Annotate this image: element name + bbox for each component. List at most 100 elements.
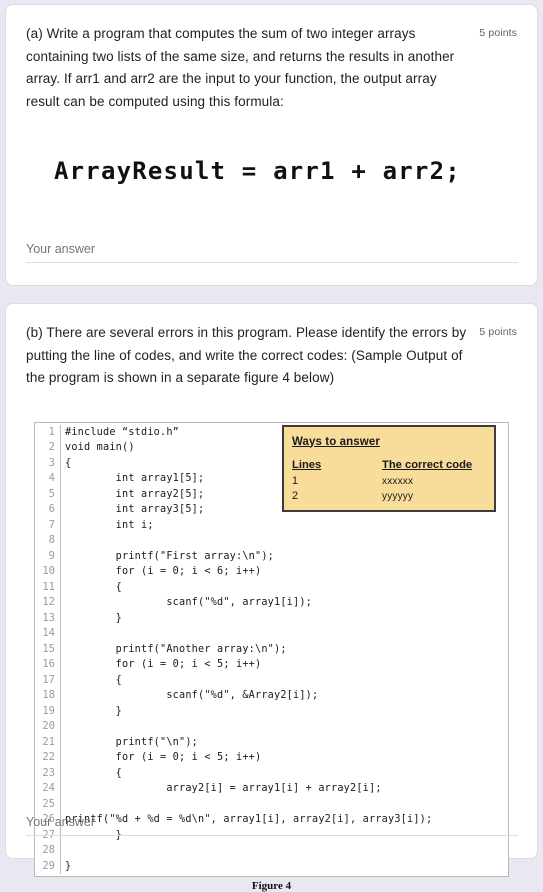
code-line: 8 — [35, 533, 508, 549]
code-line-number: 9 — [35, 549, 61, 565]
code-line: 23 { — [35, 766, 508, 782]
code-line-text: } — [61, 704, 122, 720]
code-line-number: 12 — [35, 595, 61, 611]
code-line: 24 array2[i] = array1[i] + array2[i]; — [35, 781, 508, 797]
code-line: 22 for (i = 0; i < 5; i++) — [35, 750, 508, 766]
code-line: 11 { — [35, 580, 508, 596]
code-line-text: { — [61, 456, 71, 472]
code-line-number: 20 — [35, 719, 61, 735]
code-line-number: 2 — [35, 440, 61, 456]
code-line-number: 29 — [35, 859, 61, 875]
code-line-text: { — [61, 580, 122, 596]
code-line: 29} — [35, 859, 508, 875]
code-line-number: 15 — [35, 642, 61, 658]
code-line-text: for (i = 0; i < 6; i++) — [61, 564, 261, 580]
figure-caption: Figure 4 — [34, 880, 509, 892]
code-line-text: printf("First array:\n"); — [61, 549, 274, 565]
ways-table-header: Lines The correct code — [292, 458, 486, 473]
code-line: 19 } — [35, 704, 508, 720]
code-line-number: 7 — [35, 518, 61, 534]
ways-row-code: yyyyyy — [382, 489, 413, 504]
ways-to-answer-table: Ways to answer Lines The correct code 1x… — [282, 425, 496, 512]
code-line: 12 scanf("%d", array1[i]); — [35, 595, 508, 611]
code-line-text: printf("\n"); — [61, 735, 198, 751]
code-line-text: int array2[5]; — [61, 487, 204, 503]
code-line: 21 printf("\n"); — [35, 735, 508, 751]
form-page: (a) Write a program that computes the su… — [0, 0, 543, 856]
code-line-number: 25 — [35, 797, 61, 813]
formula-text: ArrayResult = arr1 + arr2; — [54, 157, 517, 185]
ways-table-body: 1xxxxxx2yyyyyy — [292, 474, 486, 504]
ways-row-code: xxxxxx — [382, 474, 413, 489]
question-a-header: (a) Write a program that computes the su… — [26, 23, 517, 113]
answer-field-a[interactable]: Your answer — [26, 242, 518, 263]
answer-placeholder-b: Your answer — [26, 815, 518, 835]
code-line-number: 14 — [35, 626, 61, 642]
answer-underline-b — [26, 835, 518, 836]
ways-table-row: 2yyyyyy — [292, 489, 486, 504]
code-line: 10 for (i = 0; i < 6; i++) — [35, 564, 508, 580]
answer-field-b[interactable]: Your answer — [26, 815, 518, 836]
code-line-text: int array1[5]; — [61, 471, 204, 487]
formula-image-a: ArrayResult = arr1 + arr2; — [26, 157, 517, 185]
question-b-text: (b) There are several errors in this pro… — [26, 322, 471, 390]
ways-to-answer-title: Ways to answer — [292, 436, 380, 448]
code-line: 14 — [35, 626, 508, 642]
code-line: 15 printf("Another array:\n"); — [35, 642, 508, 658]
question-b-points: 5 points — [471, 322, 517, 338]
code-line-number: 21 — [35, 735, 61, 751]
code-line-number: 22 — [35, 750, 61, 766]
code-line-number: 8 — [35, 533, 61, 549]
question-card-a: (a) Write a program that computes the su… — [5, 4, 538, 286]
question-card-b: (b) There are several errors in this pro… — [5, 303, 538, 859]
code-line-number: 19 — [35, 704, 61, 720]
code-line-number: 4 — [35, 471, 61, 487]
ways-table-row: 1xxxxxx — [292, 474, 486, 489]
code-line-text: scanf("%d", &Array2[i]); — [61, 688, 318, 704]
answer-placeholder-a: Your answer — [26, 242, 518, 262]
code-line-text: #include “stdio.h” — [61, 425, 179, 441]
question-a-points: 5 points — [471, 23, 517, 39]
code-line-number: 23 — [35, 766, 61, 782]
answer-underline-a — [26, 262, 518, 263]
code-line: 17 { — [35, 673, 508, 689]
code-line-number: 13 — [35, 611, 61, 627]
ways-row-line: 1 — [292, 474, 382, 489]
ways-header-lines: Lines — [292, 458, 382, 473]
code-line-text: { — [61, 673, 122, 689]
code-line-number: 6 — [35, 502, 61, 518]
code-line-text: { — [61, 766, 122, 782]
question-b-header: (b) There are several errors in this pro… — [26, 322, 517, 390]
ways-header-correct-code: The correct code — [382, 458, 472, 473]
code-line-number: 28 — [35, 843, 61, 859]
code-line-text: } — [61, 859, 71, 875]
code-line: 16 for (i = 0; i < 5; i++) — [35, 657, 508, 673]
code-line-text: for (i = 0; i < 5; i++) — [61, 657, 261, 673]
code-line-text: array2[i] = array1[i] + array2[i]; — [61, 781, 382, 797]
code-line: 9 printf("First array:\n"); — [35, 549, 508, 565]
code-line-text: int i; — [61, 518, 154, 534]
code-line: 13 } — [35, 611, 508, 627]
code-line-number: 17 — [35, 673, 61, 689]
code-line-text: } — [61, 611, 122, 627]
code-line-text: void main() — [61, 440, 135, 456]
code-line: 7 int i; — [35, 518, 508, 534]
code-line-number: 1 — [35, 425, 61, 441]
code-line-text: scanf("%d", array1[i]); — [61, 595, 312, 611]
ways-row-line: 2 — [292, 489, 382, 504]
question-a-text: (a) Write a program that computes the su… — [26, 23, 471, 113]
code-line: 28 — [35, 843, 508, 859]
code-line-number: 10 — [35, 564, 61, 580]
code-line-number: 5 — [35, 487, 61, 503]
code-line: 18 scanf("%d", &Array2[i]); — [35, 688, 508, 704]
code-line-text: int array3[5]; — [61, 502, 204, 518]
code-line-number: 24 — [35, 781, 61, 797]
code-line-number: 3 — [35, 456, 61, 472]
code-line-number: 18 — [35, 688, 61, 704]
code-line: 25 — [35, 797, 508, 813]
code-line-number: 11 — [35, 580, 61, 596]
code-line-number: 16 — [35, 657, 61, 673]
code-line: 20 — [35, 719, 508, 735]
code-line-text: printf("Another array:\n"); — [61, 642, 287, 658]
code-line-text: for (i = 0; i < 5; i++) — [61, 750, 261, 766]
